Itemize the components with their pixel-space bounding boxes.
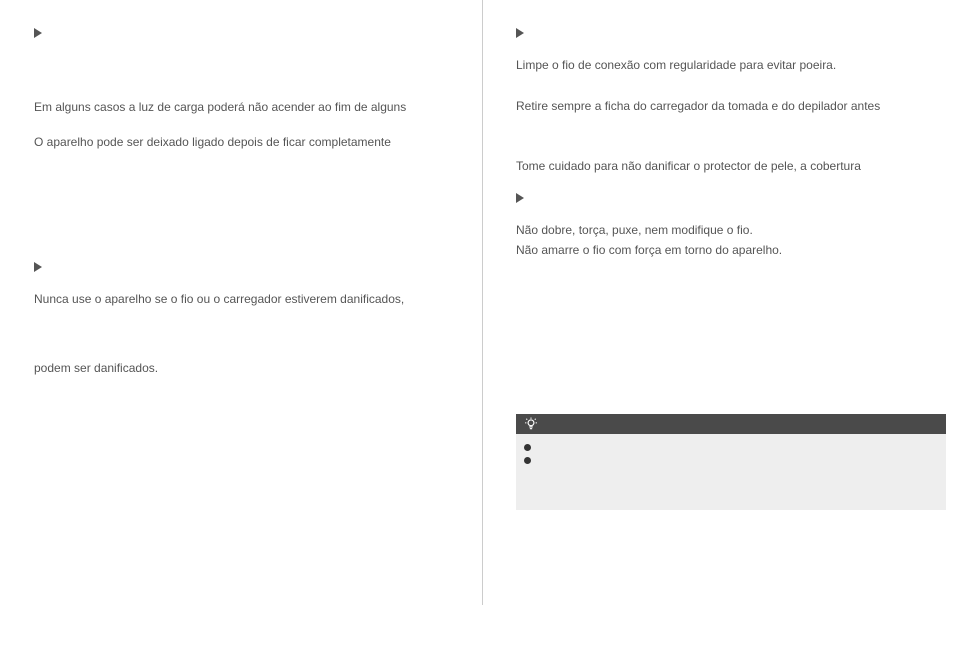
paragraph-text: Não amarre o fio com força em torno do a…	[516, 242, 932, 259]
section-marker	[34, 28, 462, 43]
section-marker	[34, 262, 462, 277]
tip-bullet-row	[524, 457, 938, 464]
paragraph-text: Em alguns casos a luz de carga poderá nã…	[34, 99, 462, 116]
right-column: Limpe o fio de conexão com regularidade …	[482, 0, 952, 671]
paragraph-text: Retire sempre a ficha do carregador da t…	[516, 98, 932, 115]
bullet-icon	[524, 457, 531, 464]
triangle-icon	[516, 28, 524, 38]
tip-body	[516, 434, 946, 510]
paragraph-text: O aparelho pode ser deixado ligado depoi…	[34, 134, 462, 151]
tip-bullet-row	[524, 444, 938, 451]
paragraph-text: Limpe o fio de conexão com regularidade …	[516, 57, 932, 74]
paragraph-text: Não dobre, torça, puxe, nem modifique o …	[516, 222, 932, 239]
section-marker	[516, 193, 932, 208]
paragraph-text: podem ser danificados.	[34, 360, 462, 377]
lightbulb-icon	[524, 417, 538, 431]
triangle-icon	[34, 28, 42, 38]
left-column: Em alguns casos a luz de carga poderá nã…	[0, 0, 482, 671]
section-marker	[516, 28, 932, 43]
paragraph-text: Tome cuidado para não danificar o protec…	[516, 158, 932, 175]
triangle-icon	[34, 262, 42, 272]
tip-header	[516, 414, 946, 434]
paragraph-text: Nunca use o aparelho se o fio ou o carre…	[34, 291, 462, 308]
triangle-icon	[516, 193, 524, 203]
tip-box	[516, 414, 946, 510]
bullet-icon	[524, 444, 531, 451]
